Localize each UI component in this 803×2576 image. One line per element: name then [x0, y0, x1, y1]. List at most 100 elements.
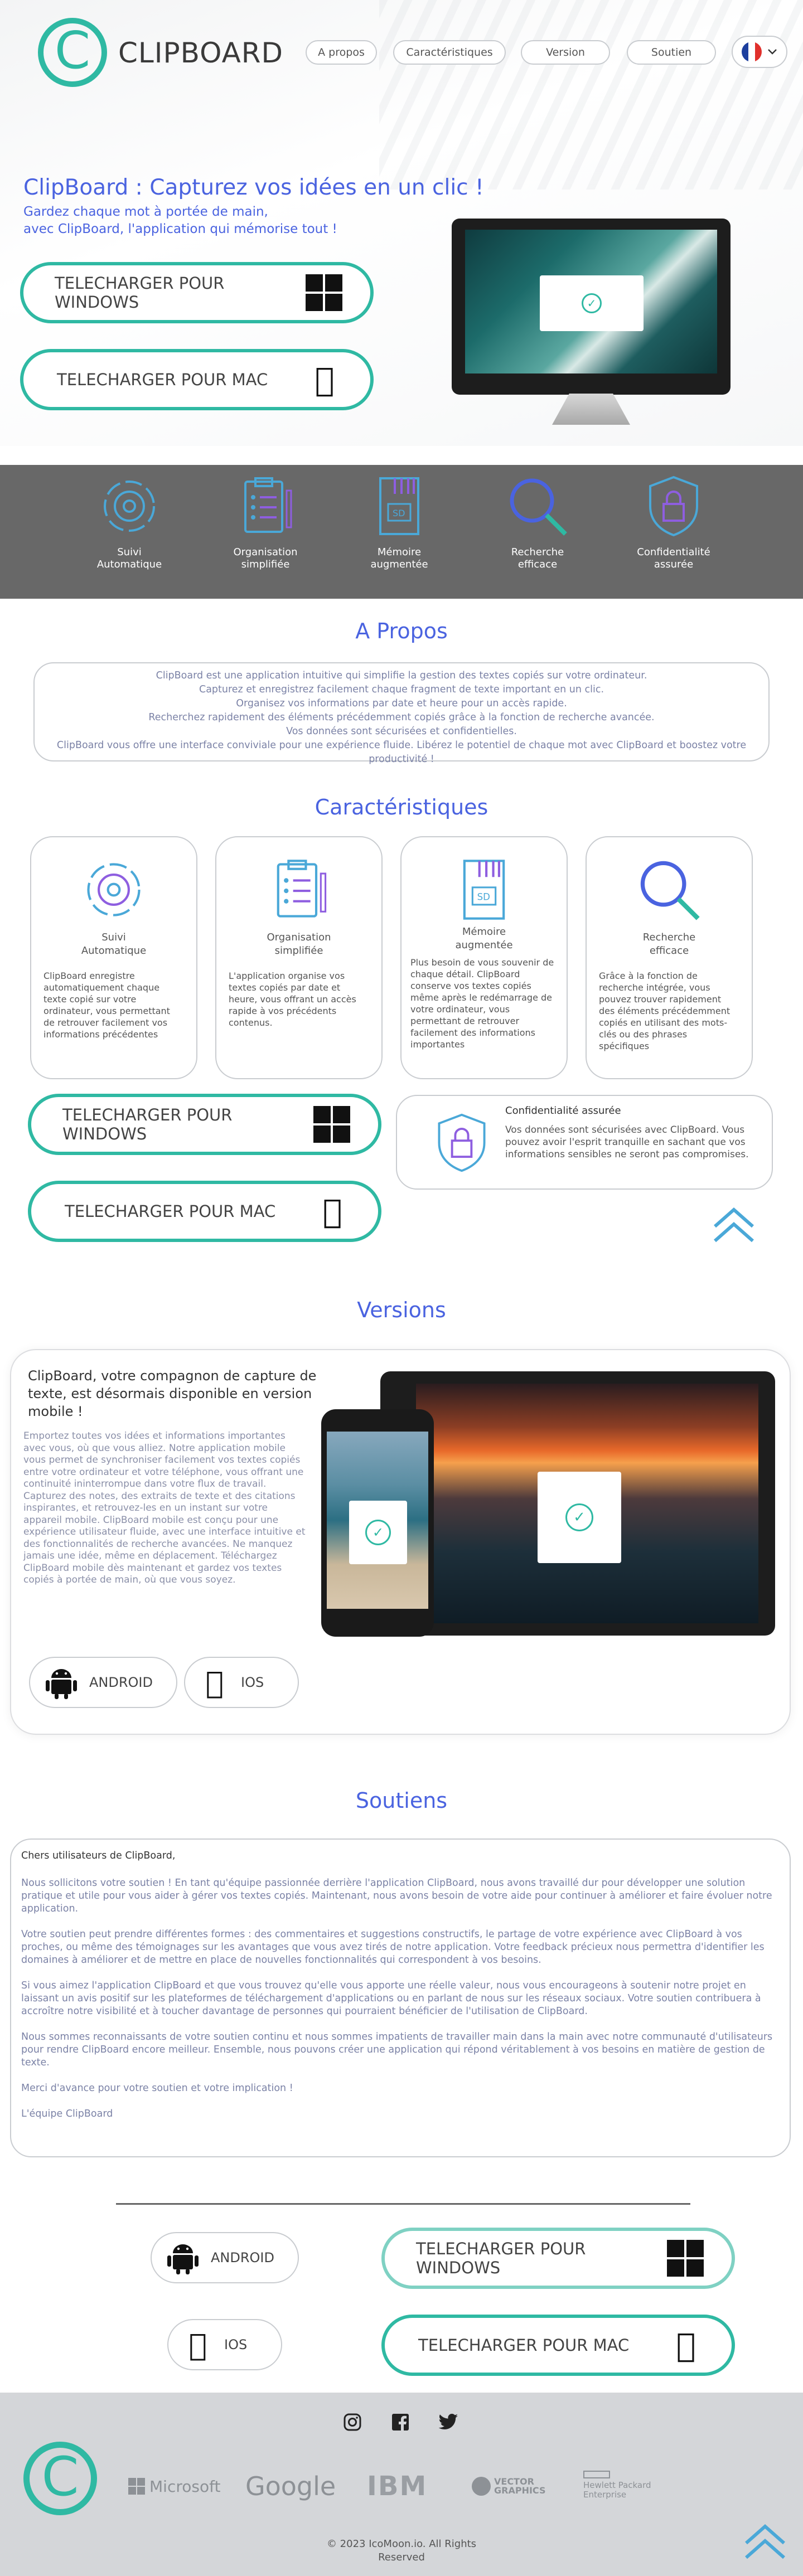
instagram-icon[interactable]: [341, 2411, 364, 2433]
scroll-top-icon[interactable]: [743, 2523, 787, 2561]
twitter-icon[interactable]: [437, 2411, 459, 2433]
band-item-recherche: Recherche efficace: [476, 474, 599, 571]
logo-icon[interactable]: C: [38, 18, 107, 87]
brand-name: VECTOR GRAPHICS: [494, 2476, 546, 2496]
check-card: ✓: [540, 275, 644, 331]
apropos-line: ClipBoard vous offre une interface convi…: [56, 740, 747, 765]
svg-text:SD: SD: [477, 892, 490, 903]
card-body: Grâce à la fonction de recherche intégré…: [599, 971, 731, 1051]
band-item-suivi: Suivi Automatique: [68, 474, 191, 571]
apple-icon: : [308, 360, 341, 399]
download-windows-button[interactable]: TELECHARGER POUR WINDOWS: [28, 1094, 381, 1155]
magnifier-icon: [505, 474, 570, 539]
facebook-icon[interactable]: [389, 2411, 412, 2433]
download-mac-label: TELECHARGER POUR MAC: [418, 2336, 630, 2355]
band-label-line2: efficace: [517, 559, 558, 570]
nav-caracteristiques[interactable]: Caractéristiques: [393, 40, 506, 65]
band-label-line2: assurée: [654, 559, 694, 570]
hero-subtitle-line2: avec ClipBoard, l'application qui mémori…: [23, 222, 337, 236]
android-button[interactable]: ANDROID: [151, 2232, 299, 2283]
band-label-line2: augmentée: [370, 559, 428, 570]
soutiens-title: Soutiens: [355, 1788, 448, 1813]
band-item-memoire: SD Mémoire augmentée: [338, 474, 461, 571]
feature-card-suivi: Suivi Automatique ClipBoard enregistre a…: [30, 836, 197, 1079]
language-selector[interactable]: [732, 36, 787, 68]
download-mac-button[interactable]: TELECHARGER POUR MAC : [381, 2315, 735, 2376]
windows-icon: [667, 2240, 704, 2277]
soutiens-paragraph: Nous sollicitons votre soutien ! En tant…: [21, 1878, 772, 1914]
ios-button[interactable]:  IOS: [184, 1657, 299, 1708]
brand-name: Microsoft: [149, 2477, 221, 2496]
footer-logo-icon[interactable]: C: [23, 2442, 97, 2515]
download-mac-label: TELECHARGER POUR MAC: [57, 370, 268, 389]
band-label-line2: simplifiée: [241, 559, 290, 570]
card-title-line2: Automatique: [81, 945, 147, 957]
ios-button[interactable]:  IOS: [167, 2319, 282, 2370]
confidentialite-box: Confidentialité assurée Vos données sont…: [396, 1095, 773, 1190]
check-icon: ✓: [365, 1520, 391, 1545]
tablet-image: ✓: [380, 1371, 775, 1636]
brand-hpe: Hewlett Packard Enterprise: [583, 2471, 667, 2502]
download-windows-button[interactable]: TELECHARGER POUR WINDOWS: [20, 262, 374, 323]
hero-subtitle-line1: Gardez chaque mot à portée de main,: [23, 205, 268, 219]
card-title-line2: augmentée: [455, 939, 513, 951]
vector-graphics-logo-icon: [472, 2477, 491, 2496]
copyright-line1: © 2023 IcoMoon.io. All Rights: [326, 2538, 477, 2550]
shield-lock-icon: [641, 474, 706, 539]
versions-heading: ClipBoard, votre compagnon de capture de…: [28, 1368, 317, 1419]
band-item-confidentialite: Confidentialité assurée: [612, 474, 735, 571]
android-button[interactable]: ANDROID: [29, 1657, 177, 1708]
versions-title: Versions: [357, 1298, 446, 1322]
android-label: ANDROID: [89, 1675, 153, 1690]
card-title-line2: simplifiée: [274, 945, 323, 957]
french-flag-icon: [742, 42, 762, 62]
card-body: ClipBoard enregistre automatiquement cha…: [43, 971, 170, 1040]
phone-screen: ✓: [327, 1432, 428, 1609]
card-title-line1: Mémoire: [462, 926, 506, 938]
android-icon: [46, 1669, 77, 1699]
sd-card-icon: SD: [451, 856, 517, 923]
brand-google: Google: [245, 2471, 336, 2502]
download-windows-label: TELECHARGER POUR WINDOWS: [55, 274, 225, 312]
check-icon: ✓: [582, 293, 602, 313]
conf-title: Confidentialité assurée: [505, 1105, 621, 1117]
copyright: © 2023 IcoMoon.io. All Rights Reserved: [0, 2538, 803, 2564]
android-icon: [167, 2244, 199, 2274]
soutiens-greeting: Chers utilisateurs de ClipBoard,: [21, 1850, 176, 1861]
clipboard-list-icon: [265, 856, 332, 923]
feature-card-recherche: Recherche efficace Grâce à la fonction d…: [586, 836, 753, 1079]
download-mac-button[interactable]: TELECHARGER POUR MAC : [20, 349, 374, 410]
soutiens-signature: L'équipe ClipBoard: [21, 2108, 113, 2119]
feature-card-memoire: SD Mémoire augmentée Plus besoin de vous…: [400, 836, 568, 1079]
nav-soutien[interactable]: Soutien: [627, 40, 716, 65]
clipboard-list-icon: [233, 474, 298, 539]
chevron-down-icon: [768, 49, 777, 55]
card-title-line2: efficace: [649, 945, 689, 957]
phone-image: ✓: [321, 1409, 434, 1637]
versions-body: Emportez toutes vos idées et information…: [23, 1430, 306, 1585]
footer-logo-letter: C: [41, 2446, 79, 2508]
monitor-screen: ✓: [465, 230, 717, 373]
download-windows-button[interactable]: TELECHARGER POUR WINDOWS: [381, 2228, 735, 2289]
scroll-top-icon[interactable]: [712, 1206, 756, 1244]
soutiens-paragraph: Si vous aimez l'application ClipBoard et…: [21, 1980, 761, 2017]
download-mac-button[interactable]: TELECHARGER POUR MAC : [28, 1181, 381, 1242]
nav-version[interactable]: Version: [521, 40, 610, 65]
tablet-screen: ✓: [416, 1384, 758, 1623]
svg-text:SD: SD: [393, 508, 405, 518]
apropos-line: Vos données sont sécurisées et confident…: [286, 726, 517, 737]
band-label-line1: Recherche: [511, 546, 564, 558]
desktop-monitor-image: ✓: [452, 219, 731, 395]
ios-label: IOS: [224, 2337, 248, 2352]
logo-text[interactable]: CLIPBOARD: [118, 37, 283, 69]
windows-icon: [306, 274, 343, 311]
apropos-title: A Propos: [355, 619, 448, 643]
gear-cycle-icon: [97, 474, 162, 539]
brand-ibm: IBM: [367, 2471, 427, 2502]
apple-icon: : [201, 1663, 229, 1702]
nav-apropos[interactable]: A propos: [306, 40, 377, 65]
band-label-line1: Mémoire: [377, 546, 422, 558]
features-title: Caractéristiques: [315, 795, 488, 819]
copyright-line2: Reserved: [378, 2551, 425, 2563]
apropos-line: Capturez et enregistrez facilement chaqu…: [199, 684, 604, 695]
